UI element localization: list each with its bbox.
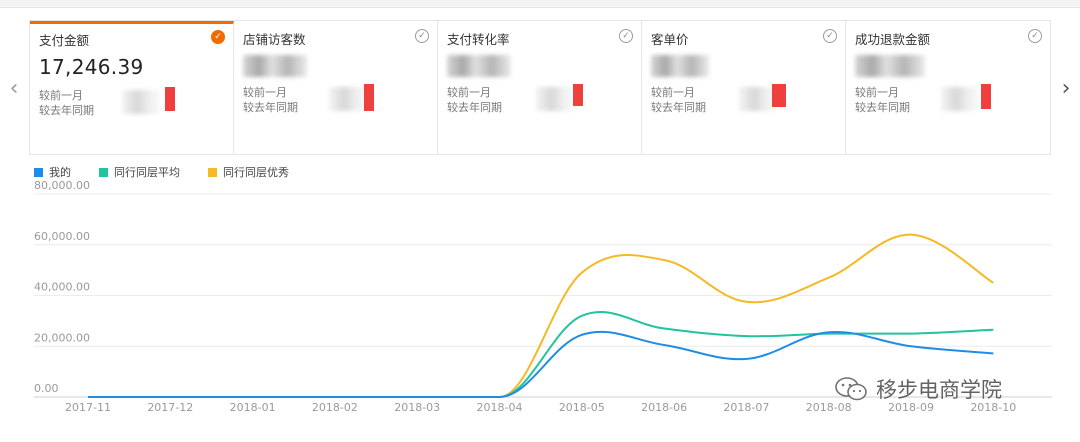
metric-value: 17,246.39 <box>39 55 144 79</box>
metric-cards: 支付金额 17,246.39 较前一月 较去年同期 ✓ 店铺访客数 较前一月 较… <box>29 20 1051 155</box>
metric-title: 客单价 <box>651 32 689 47</box>
metric-card-payment-amount[interactable]: 支付金额 17,246.39 较前一月 较去年同期 ✓ <box>30 21 234 154</box>
series-line-peer-top <box>88 233 994 399</box>
x-tick-label: 2018-02 <box>312 401 358 414</box>
x-tick-label: 2018-03 <box>394 401 440 414</box>
legend-swatch <box>99 167 108 177</box>
compare-month-label: 较前一月 <box>651 86 695 99</box>
trend-indicator <box>981 84 991 109</box>
metric-card-conversion-rate[interactable]: 支付转化率 较前一月 较去年同期 ✓ <box>438 21 642 154</box>
trend-indicator <box>364 84 374 111</box>
chevron-left-icon[interactable]: ‹ <box>5 74 23 102</box>
compare-month-label: 较前一月 <box>855 86 899 99</box>
watermark: 移步电商学院 <box>834 374 1002 404</box>
compare-month-label: 较前一月 <box>243 86 287 99</box>
compare-month-label: 较前一月 <box>39 89 83 102</box>
metric-card-avg-order-value[interactable]: 客单价 较前一月 较去年同期 ✓ <box>642 21 846 154</box>
check-circle-icon[interactable]: ✓ <box>415 29 429 43</box>
legend-label: 同行同层优秀 <box>223 166 289 179</box>
watermark-text: 移步电商学院 <box>876 378 1002 402</box>
compare-year-label: 较去年同期 <box>39 104 94 117</box>
legend-swatch <box>208 167 217 177</box>
trend-indicator <box>165 87 175 111</box>
metric-title: 支付转化率 <box>447 32 510 47</box>
x-tick-label: 2018-01 <box>230 401 276 414</box>
legend-label: 我的 <box>49 166 71 179</box>
blurred-metric-value <box>243 55 307 77</box>
chevron-right-icon[interactable]: › <box>1057 74 1075 102</box>
legend-item-mine[interactable]: 我的 <box>34 164 71 180</box>
wechat-icon <box>835 377 867 401</box>
check-circle-icon[interactable]: ✓ <box>619 29 633 43</box>
blurred-compare-value <box>122 90 160 114</box>
x-tick-label: 2018-04 <box>477 401 523 414</box>
chart-legend: 我的 同行同层平均 同行同层优秀 <box>34 164 317 180</box>
blurred-metric-value <box>447 55 511 77</box>
x-tick-label: 2018-07 <box>723 401 769 414</box>
x-tick-label: 2018-05 <box>559 401 605 414</box>
compare-month-label: 较前一月 <box>447 86 491 99</box>
y-tick-label: 80,000.00 <box>34 180 90 192</box>
blurred-metric-value <box>855 55 925 77</box>
top-divider <box>0 0 1080 8</box>
blurred-metric-value <box>651 55 709 77</box>
metric-title: 成功退款金额 <box>855 32 931 47</box>
compare-year-label: 较去年同期 <box>651 101 706 114</box>
metric-title: 店铺访客数 <box>243 32 306 47</box>
compare-year-label: 较去年同期 <box>855 101 910 114</box>
metric-card-visitors[interactable]: 店铺访客数 较前一月 较去年同期 ✓ <box>234 21 438 154</box>
legend-item-peer-top[interactable]: 同行同层优秀 <box>208 164 289 180</box>
blurred-compare-value <box>536 87 574 111</box>
y-tick-label: 60,000.00 <box>34 230 90 243</box>
x-tick-label: 2017-11 <box>65 401 111 414</box>
metric-card-refund-amount[interactable]: 成功退款金额 较前一月 较去年同期 ✓ <box>846 21 1050 154</box>
compare-year-label: 较去年同期 <box>243 101 298 114</box>
y-tick-label: 40,000.00 <box>34 281 90 294</box>
x-tick-label: 2017-12 <box>147 401 193 414</box>
metric-title: 支付金额 <box>39 33 90 48</box>
y-tick-label: 0.00 <box>34 382 59 395</box>
x-tick-label: 2018-06 <box>641 401 687 414</box>
check-circle-icon[interactable]: ✓ <box>211 30 225 44</box>
compare-year-label: 较去年同期 <box>447 101 502 114</box>
blurred-compare-value <box>941 87 979 111</box>
check-circle-icon[interactable]: ✓ <box>823 29 837 43</box>
trend-indicator <box>772 84 786 107</box>
y-tick-label: 20,000.00 <box>34 331 90 344</box>
blurred-compare-value <box>329 87 367 111</box>
legend-swatch <box>34 167 43 177</box>
legend-label: 同行同层平均 <box>114 166 180 179</box>
trend-indicator <box>573 84 583 106</box>
check-circle-icon[interactable]: ✓ <box>1028 29 1042 43</box>
legend-item-peer-average[interactable]: 同行同层平均 <box>99 164 180 180</box>
